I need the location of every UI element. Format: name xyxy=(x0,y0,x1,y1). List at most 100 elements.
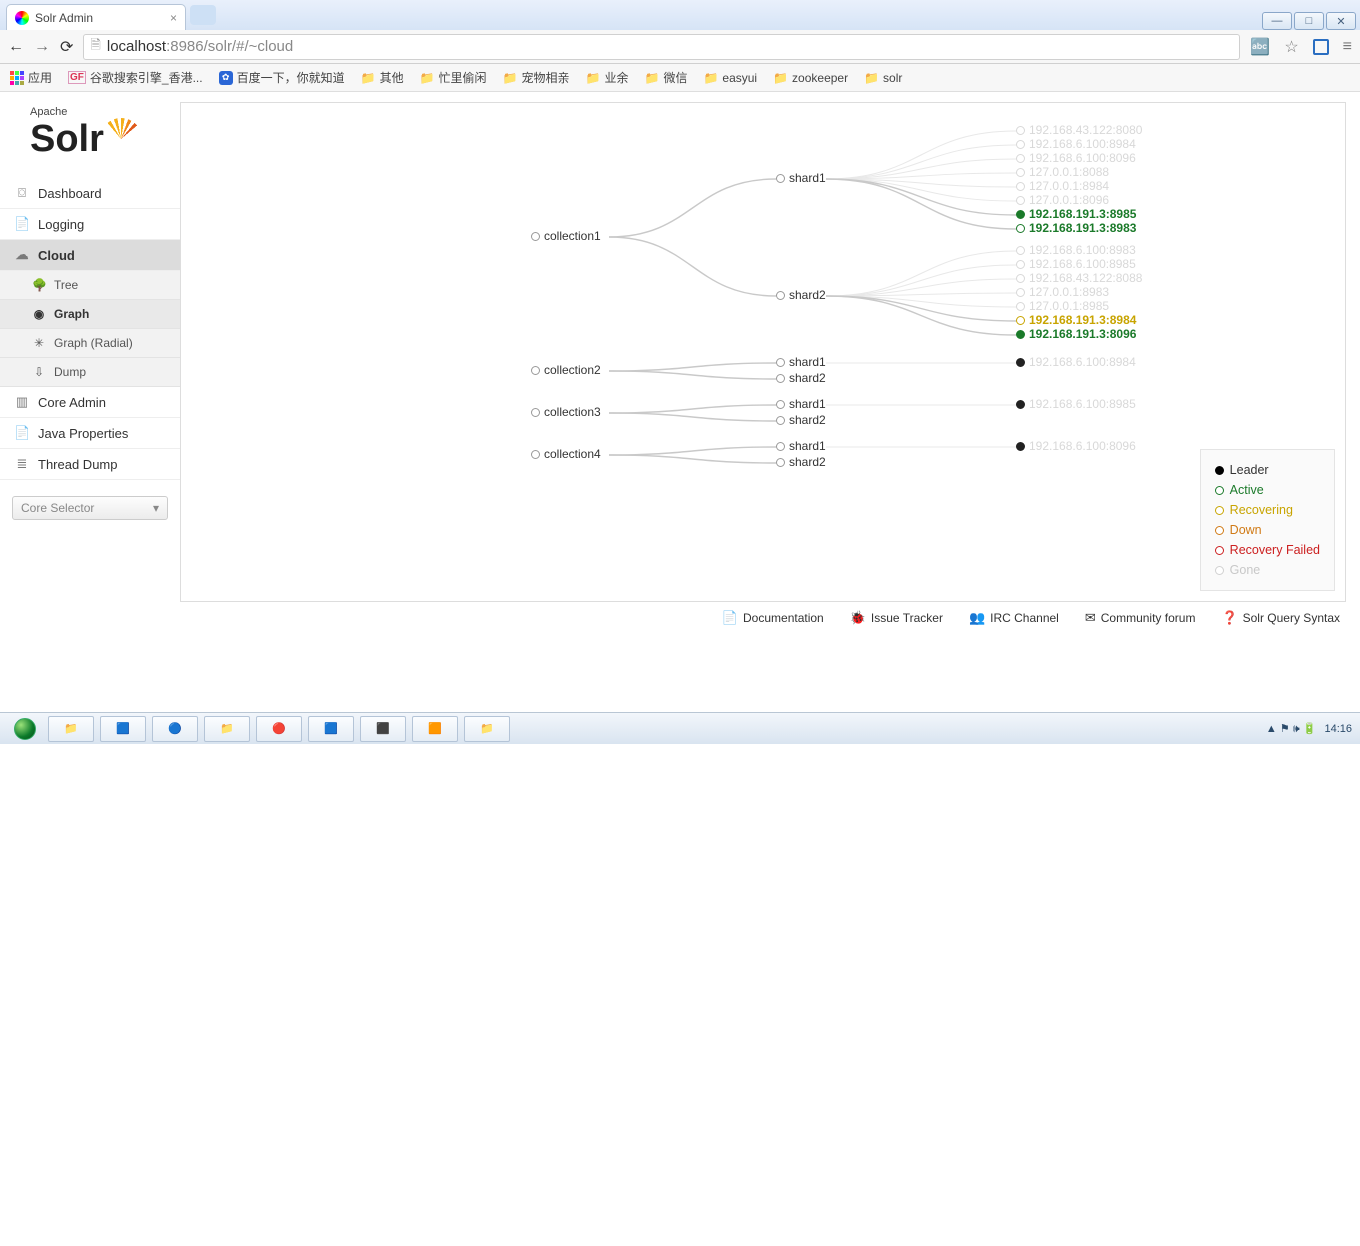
browser-tab[interactable]: Solr Admin × xyxy=(6,4,186,30)
sidebar: Apache Solr ⌼Dashboard📄Logging☁Cloud🌳Tre… xyxy=(0,92,180,602)
replica-node[interactable]: 127.0.0.1:8983 xyxy=(1016,285,1109,299)
replica-node[interactable]: 192.168.191.3:8983 xyxy=(1016,221,1136,235)
shard-node[interactable]: shard2 xyxy=(776,371,826,385)
url-input[interactable]: 🗎 localhost:8986/solr/#/~cloud xyxy=(83,34,1240,60)
node-dot xyxy=(1016,154,1025,163)
replica-node[interactable]: 127.0.0.1:8984 xyxy=(1016,179,1109,193)
replica-node[interactable]: 192.168.191.3:8985 xyxy=(1016,207,1136,221)
nav-item-core-admin[interactable]: ▥Core Admin xyxy=(0,387,180,418)
core-selector[interactable]: Core Selector ▾ xyxy=(12,496,168,520)
shard-node[interactable]: shard1 xyxy=(776,439,826,453)
footer-link[interactable]: 🐞Issue Tracker xyxy=(850,610,943,626)
minimize-button[interactable]: — xyxy=(1262,12,1292,30)
taskbar-item[interactable]: 📁 xyxy=(464,716,510,742)
taskbar-item[interactable]: 🟦 xyxy=(308,716,354,742)
clock[interactable]: 14:16 xyxy=(1324,723,1352,735)
bookmark-star-icon[interactable]: ☆ xyxy=(1284,37,1298,57)
bookmark-item[interactable]: 应用 xyxy=(10,69,52,86)
collection-node[interactable]: collection2 xyxy=(531,363,601,377)
subnav-item-graph-radial-[interactable]: ✳Graph (Radial) xyxy=(0,329,180,358)
taskbar-item[interactable]: 🔴 xyxy=(256,716,302,742)
footer-link[interactable]: ❓Solr Query Syntax xyxy=(1221,610,1340,626)
nav-item-dashboard[interactable]: ⌼Dashboard xyxy=(0,178,180,209)
taskbar-item[interactable]: 📁 xyxy=(48,716,94,742)
tray-icons[interactable]: ▲ ⚑ 🕪 🔋 xyxy=(1266,722,1317,736)
replica-node[interactable]: 192.168.6.100:8984 xyxy=(1016,355,1136,369)
legend-label: Active xyxy=(1230,480,1264,500)
bookmark-item[interactable]: 📁微信 xyxy=(644,69,687,86)
shard-node[interactable]: shard2 xyxy=(776,455,826,469)
bookmark-item[interactable]: 📁业余 xyxy=(586,69,629,86)
node-dot xyxy=(1016,140,1025,149)
footer-link[interactable]: ✉Community forum xyxy=(1085,610,1196,626)
subnav-item-tree[interactable]: 🌳Tree xyxy=(0,271,180,300)
solr-favicon xyxy=(15,11,29,25)
replica-node[interactable]: 192.168.43.122:8080 xyxy=(1016,123,1142,137)
bookmark-item[interactable]: 📁zookeeper xyxy=(773,71,848,85)
subnav-item-dump[interactable]: ⇩Dump xyxy=(0,358,180,387)
replica-node[interactable]: 127.0.0.1:8096 xyxy=(1016,193,1109,207)
nav-item-cloud[interactable]: ☁Cloud xyxy=(0,240,180,271)
bookmark-item[interactable]: 📁solr xyxy=(864,71,902,85)
logo-solr-text: Solr xyxy=(30,123,104,155)
bookmark-item[interactable]: 📁easyui xyxy=(703,71,757,85)
nav-item-thread-dump[interactable]: ≣Thread Dump xyxy=(0,449,180,480)
replica-node[interactable]: 127.0.0.1:8985 xyxy=(1016,299,1109,313)
close-icon[interactable]: × xyxy=(170,11,177,25)
replica-node[interactable]: 127.0.0.1:8088 xyxy=(1016,165,1109,179)
new-tab-button[interactable] xyxy=(190,5,216,25)
back-icon[interactable]: ← xyxy=(8,38,24,56)
collection-node[interactable]: collection4 xyxy=(531,447,601,461)
collection-node[interactable]: collection1 xyxy=(531,229,601,243)
close-window-button[interactable]: ✕ xyxy=(1326,12,1356,30)
bookmark-item[interactable]: GF谷歌搜索引擎_香港... xyxy=(68,69,203,86)
subnav-item-graph[interactable]: ◉Graph xyxy=(0,300,180,329)
maximize-button[interactable]: □ xyxy=(1294,12,1324,30)
collection-node[interactable]: collection3 xyxy=(531,405,601,419)
bookmark-label: 宠物相亲 xyxy=(522,69,570,86)
bookmark-item[interactable]: 📁其他 xyxy=(361,69,404,86)
nav-item-java-properties[interactable]: 📄Java Properties xyxy=(0,418,180,449)
replica-node[interactable]: 192.168.6.100:8096 xyxy=(1016,151,1136,165)
replica-node[interactable]: 192.168.6.100:8985 xyxy=(1016,397,1136,411)
node-dot xyxy=(776,458,785,467)
shard-node[interactable]: shard1 xyxy=(776,355,826,369)
replica-node[interactable]: 192.168.6.100:8983 xyxy=(1016,243,1136,257)
start-button[interactable] xyxy=(8,716,42,742)
bookmark-item[interactable]: ✿百度一下，你就知道 xyxy=(219,69,345,86)
taskbar-item[interactable]: 🔵 xyxy=(152,716,198,742)
taskbar-item[interactable]: ⬛ xyxy=(360,716,406,742)
replica-node[interactable]: 192.168.43.122:8088 xyxy=(1016,271,1142,285)
shard-node[interactable]: shard2 xyxy=(776,288,826,302)
shard-node[interactable]: shard2 xyxy=(776,413,826,427)
shard-node[interactable]: shard1 xyxy=(776,171,826,185)
footer-link[interactable]: 📄Documentation xyxy=(722,610,824,626)
bookmark-item[interactable]: 📁忙里偷闲 xyxy=(420,69,487,86)
legend-swatch xyxy=(1215,506,1224,515)
forward-icon[interactable]: → xyxy=(34,38,50,56)
replica-node[interactable]: 192.168.191.3:8984 xyxy=(1016,313,1136,327)
footer-link[interactable]: 👥IRC Channel xyxy=(969,610,1059,626)
node-label-text: 192.168.6.100:8984 xyxy=(1029,355,1136,369)
taskbar-item[interactable]: 🟧 xyxy=(412,716,458,742)
node-dot xyxy=(776,416,785,425)
extension-icon[interactable] xyxy=(1313,39,1329,55)
subnav-icon: ⇩ xyxy=(32,365,46,379)
reload-icon[interactable]: ⟳ xyxy=(60,37,73,57)
footer-link-label: Issue Tracker xyxy=(871,611,943,625)
replica-node[interactable]: 192.168.191.3:8096 xyxy=(1016,327,1136,341)
node-label-text: collection4 xyxy=(544,447,601,461)
translate-icon[interactable]: 🔤 xyxy=(1250,37,1270,57)
replica-node[interactable]: 192.168.6.100:8985 xyxy=(1016,257,1136,271)
nav-item-logging[interactable]: 📄Logging xyxy=(0,209,180,240)
bookmark-item[interactable]: 📁宠物相亲 xyxy=(503,69,570,86)
legend-label: Recovery Failed xyxy=(1230,540,1320,560)
subnav-icon: ✳ xyxy=(32,336,46,350)
taskbar-item[interactable]: 🟦 xyxy=(100,716,146,742)
menu-icon[interactable]: ≡ xyxy=(1343,38,1352,56)
replica-node[interactable]: 192.168.6.100:8984 xyxy=(1016,137,1136,151)
shard-node[interactable]: shard1 xyxy=(776,397,826,411)
node-dot xyxy=(776,174,785,183)
taskbar-item[interactable]: 📁 xyxy=(204,716,250,742)
replica-node[interactable]: 192.168.6.100:8096 xyxy=(1016,439,1136,453)
